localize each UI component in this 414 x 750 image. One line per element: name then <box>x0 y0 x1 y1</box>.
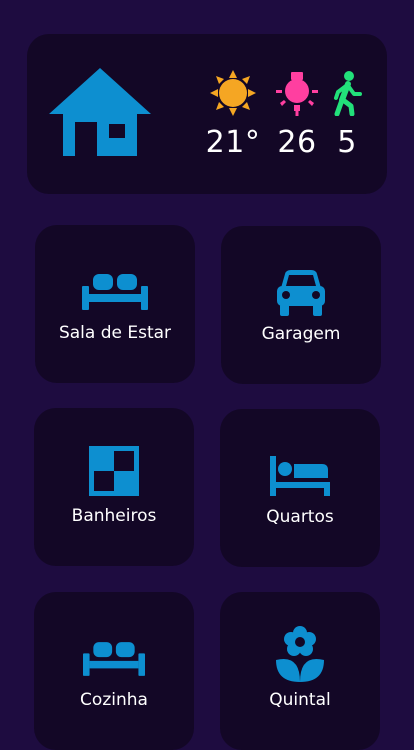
room-label: Quartos <box>266 507 334 527</box>
house-icon <box>49 68 151 156</box>
car-icon <box>277 270 325 316</box>
room-card-quartos[interactable]: Quartos <box>220 409 380 567</box>
room-card-quintal[interactable]: Quintal <box>220 592 380 750</box>
light-sensor: 26 <box>269 70 325 160</box>
checker-tile-icon <box>89 446 139 496</box>
motion-sensor: 5 <box>319 70 375 160</box>
bed-icon <box>270 456 330 496</box>
room-label: Garagem <box>261 324 341 344</box>
temperature-sensor: 21° <box>205 70 261 160</box>
room-label: Sala de Estar <box>58 323 172 343</box>
room-card-banheiros[interactable]: Banheiros <box>34 408 194 566</box>
room-card-cozinha[interactable]: Cozinha <box>34 592 194 750</box>
flower-icon <box>276 626 324 682</box>
sofa-icon <box>82 274 148 310</box>
home-summary-card: 21° 26 5 <box>27 34 387 194</box>
temperature-value: 21° <box>205 125 261 160</box>
motion-value: 5 <box>337 125 357 160</box>
room-label: Banheiros <box>71 506 157 526</box>
walking-person-icon <box>334 71 362 116</box>
room-label: Quintal <box>269 690 331 710</box>
light-value: 26 <box>277 125 317 160</box>
sun-moon-icon <box>210 70 256 116</box>
lightbulb-icon <box>276 72 318 116</box>
room-card-sala-de-estar[interactable]: Sala de Estar <box>35 225 195 383</box>
sofa-icon <box>83 642 145 676</box>
room-label: Cozinha <box>80 690 148 710</box>
room-card-garagem[interactable]: Garagem <box>221 226 381 384</box>
